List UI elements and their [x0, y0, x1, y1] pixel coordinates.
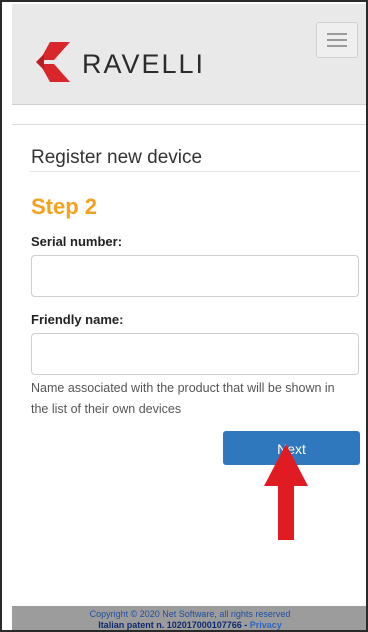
serial-number-input[interactable] — [31, 255, 359, 297]
patent-line: Italian patent n. 102017000107766 - Priv… — [12, 620, 366, 630]
menu-bar — [327, 45, 347, 47]
hamburger-menu-button[interactable] — [316, 22, 358, 58]
page-title: Register new device — [31, 147, 203, 168]
menu-bar — [327, 33, 347, 35]
header: RAVELLI — [12, 4, 366, 105]
friendly-name-label: Friendly name: — [31, 312, 124, 327]
footer: Copyright © 2020 Net Software, all right… — [12, 606, 366, 630]
privacy-link[interactable]: Privacy — [250, 620, 282, 630]
app-frame: RAVELLI Register new device Step 2 Seria… — [0, 0, 368, 632]
brand-name: RAVELLI — [82, 49, 206, 79]
copyright-text: Copyright © 2020 Net Software, all right… — [89, 609, 291, 619]
step-heading: Step 2 — [31, 194, 98, 219]
red-up-arrow-icon — [264, 444, 308, 540]
friendly-name-input[interactable] — [31, 333, 359, 375]
friendly-name-help-text: Name associated with the product that wi… — [31, 381, 335, 416]
menu-bar — [327, 39, 347, 41]
ravelli-logo-icon — [36, 42, 70, 82]
divider — [12, 124, 366, 125]
title-divider — [30, 171, 360, 172]
serial-number-label: Serial number: — [31, 234, 123, 249]
patent-text: Italian patent n. 102017000107766 - — [98, 620, 250, 630]
